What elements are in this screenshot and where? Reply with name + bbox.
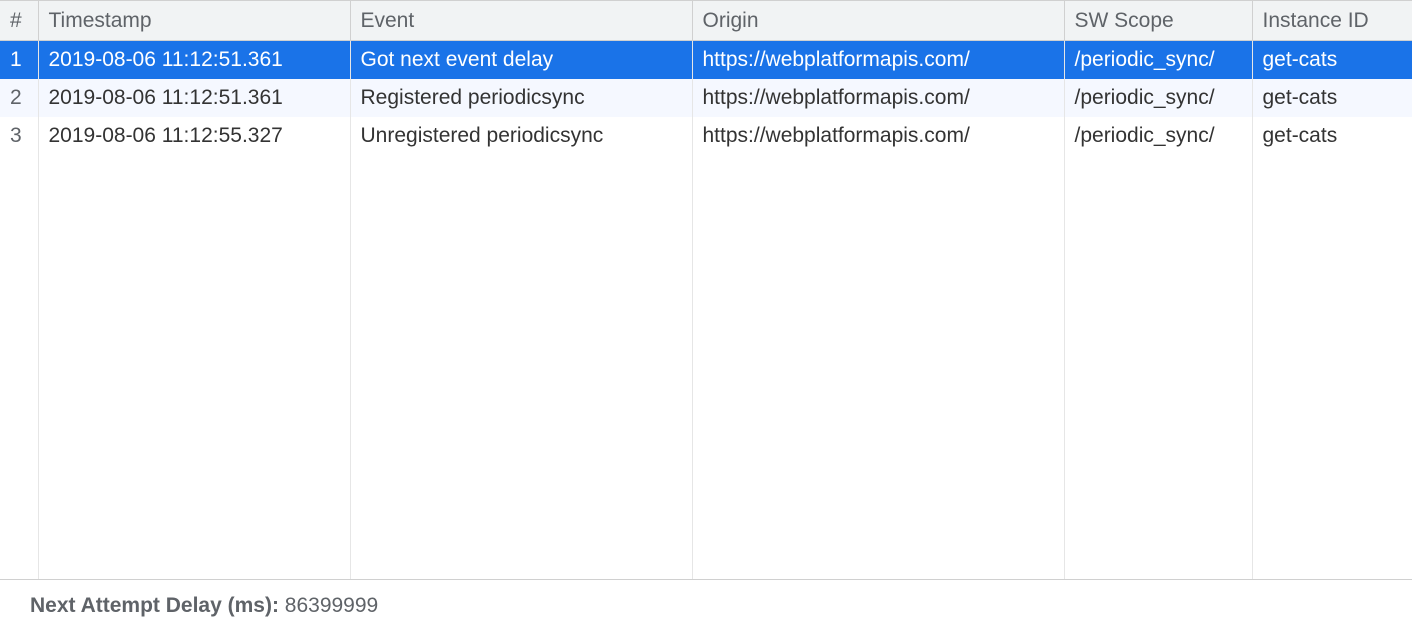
- table-row[interactable]: 1 2019-08-06 11:12:51.361 Got next event…: [0, 41, 1412, 79]
- cell-scope: /periodic_sync/: [1064, 79, 1252, 117]
- cell-instance: get-cats: [1252, 117, 1412, 155]
- next-attempt-delay-label: Next Attempt Delay (ms):: [30, 594, 285, 617]
- column-header-origin[interactable]: Origin: [692, 1, 1064, 41]
- cell-timestamp: 2019-08-06 11:12:51.361: [38, 41, 350, 79]
- table-header-row: # Timestamp Event Origin SW Scope Instan…: [0, 1, 1412, 41]
- table-empty-area: [0, 155, 1412, 580]
- cell-event: Registered periodicsync: [350, 79, 692, 117]
- cell-origin: https://webplatformapis.com/: [692, 41, 1064, 79]
- cell-instance: get-cats: [1252, 79, 1412, 117]
- cell-event: Got next event delay: [350, 41, 692, 79]
- cell-index: 2: [0, 79, 38, 117]
- next-attempt-delay-footer: Next Attempt Delay (ms): 86399999: [0, 580, 1412, 632]
- column-header-timestamp[interactable]: Timestamp: [38, 1, 350, 41]
- event-log-table-container: # Timestamp Event Origin SW Scope Instan…: [0, 0, 1412, 580]
- cell-origin: https://webplatformapis.com/: [692, 117, 1064, 155]
- table-row[interactable]: 2 2019-08-06 11:12:51.361 Registered per…: [0, 79, 1412, 117]
- column-header-scope[interactable]: SW Scope: [1064, 1, 1252, 41]
- table-row[interactable]: 3 2019-08-06 11:12:55.327 Unregistered p…: [0, 117, 1412, 155]
- column-header-event[interactable]: Event: [350, 1, 692, 41]
- column-header-instance[interactable]: Instance ID: [1252, 1, 1412, 41]
- next-attempt-delay-value: 86399999: [285, 594, 378, 617]
- cell-origin: https://webplatformapis.com/: [692, 79, 1064, 117]
- cell-scope: /periodic_sync/: [1064, 117, 1252, 155]
- cell-index: 1: [0, 41, 38, 79]
- cell-index: 3: [0, 117, 38, 155]
- cell-event: Unregistered periodicsync: [350, 117, 692, 155]
- column-header-index[interactable]: #: [0, 1, 38, 41]
- cell-scope: /periodic_sync/: [1064, 41, 1252, 79]
- cell-instance: get-cats: [1252, 41, 1412, 79]
- cell-timestamp: 2019-08-06 11:12:55.327: [38, 117, 350, 155]
- event-log-table: # Timestamp Event Origin SW Scope Instan…: [0, 0, 1412, 579]
- cell-timestamp: 2019-08-06 11:12:51.361: [38, 79, 350, 117]
